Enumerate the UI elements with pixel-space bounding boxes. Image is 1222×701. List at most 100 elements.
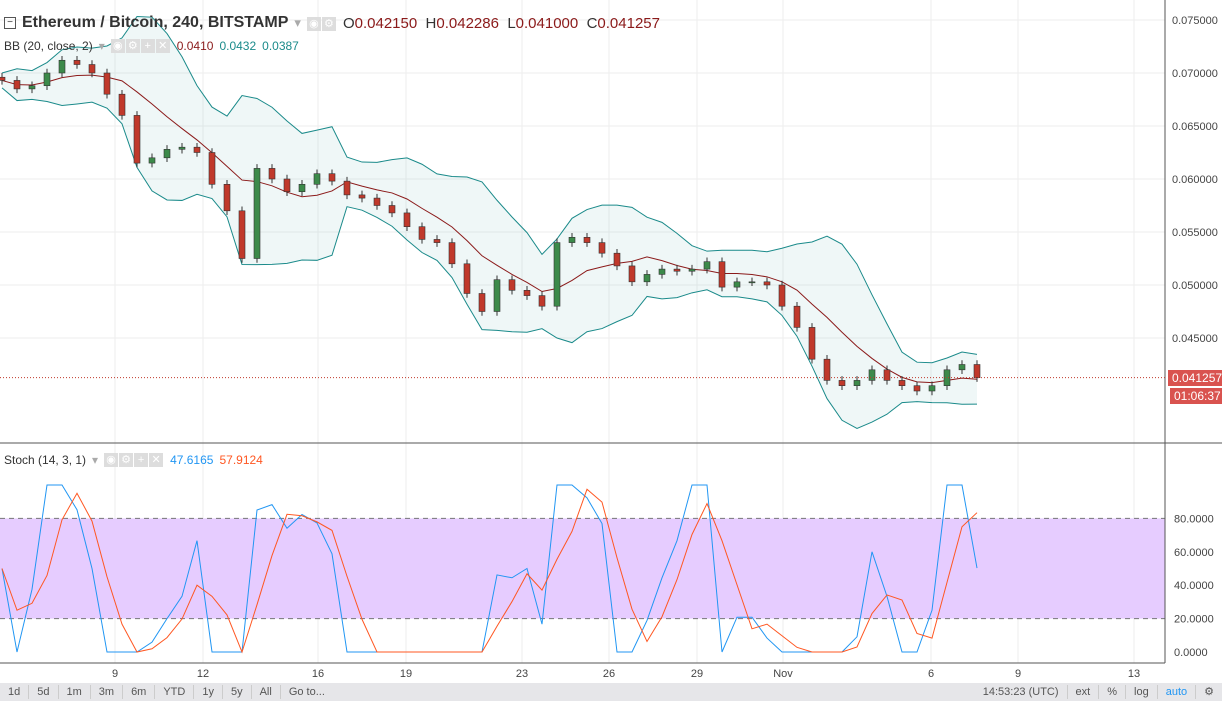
stoch-tick-label: 40.0000 xyxy=(1174,580,1214,592)
stoch-band xyxy=(0,518,1165,619)
candle-body xyxy=(508,279,516,291)
candle-body xyxy=(598,242,606,254)
candle-body xyxy=(673,268,681,272)
candle-body xyxy=(373,197,381,206)
price-tick-label: 0.050000 xyxy=(1172,280,1218,292)
chevron-down-icon[interactable]: ▾ xyxy=(92,453,98,467)
chevron-down-icon[interactable]: ▾ xyxy=(99,39,105,53)
range-all[interactable]: All xyxy=(252,685,281,699)
candle-body xyxy=(208,152,216,185)
time-tick-label: 29 xyxy=(691,668,703,680)
last-price-tag: 0.041257 xyxy=(1168,370,1222,386)
eye-icon[interactable]: ◉ xyxy=(306,17,321,31)
log-toggle[interactable]: log xyxy=(1126,685,1158,699)
candle-body xyxy=(583,237,591,243)
symbol-title[interactable]: Ethereum / Bitcoin, 240, BITSTAMP xyxy=(22,14,288,32)
chevron-down-icon[interactable]: ▾ xyxy=(294,15,301,31)
collapse-icon[interactable]: − xyxy=(4,17,16,29)
bb-basis: 0.0410 xyxy=(176,38,214,53)
candle-body xyxy=(523,289,531,296)
close-icon[interactable]: ✕ xyxy=(155,39,170,53)
range-3m[interactable]: 3m xyxy=(91,685,124,699)
candle-body xyxy=(448,242,456,265)
candle-body xyxy=(553,242,561,307)
time-tick-label: Nov xyxy=(773,668,793,680)
price-tick-label: 0.065000 xyxy=(1172,121,1218,133)
plus-icon[interactable]: + xyxy=(140,39,155,53)
candle-body xyxy=(778,284,786,307)
candle-body xyxy=(853,380,861,386)
ext-toggle[interactable]: ext xyxy=(1068,685,1100,699)
countdown-tag: 01:06:37 xyxy=(1170,388,1222,404)
auto-toggle[interactable]: auto xyxy=(1158,685,1197,699)
candle-body xyxy=(913,385,921,392)
time-tick-label: 9 xyxy=(112,668,118,680)
candle-body xyxy=(748,281,756,284)
eye-icon[interactable]: ◉ xyxy=(104,453,119,467)
close-icon[interactable]: ✕ xyxy=(149,453,164,467)
candle-body xyxy=(388,205,396,214)
range-1y[interactable]: 1y xyxy=(194,685,223,699)
ohlc-values: O0.042150 H0.042286 L0.041000 C0.041257 xyxy=(342,14,660,32)
candle-body xyxy=(0,76,6,81)
candle-body xyxy=(283,178,291,193)
bb-legend: BB (20, close, 2) ▾ ◉ ⚙ + ✕ 0.0410 0.0432 0.… xyxy=(4,38,299,53)
candle-body xyxy=(628,265,636,283)
percent-toggle[interactable]: % xyxy=(1099,685,1127,699)
bb-fill xyxy=(2,16,977,429)
gear-icon[interactable]: ⚙ xyxy=(119,453,134,467)
candle-body xyxy=(643,274,651,283)
stoch-label[interactable]: Stoch (14, 3, 1) xyxy=(4,453,86,467)
gear-icon[interactable]: ⚙ xyxy=(125,39,140,53)
candle-body xyxy=(688,268,696,272)
range-ytd[interactable]: YTD xyxy=(155,685,195,699)
candle-body xyxy=(193,146,201,153)
candle-body xyxy=(793,305,801,328)
eye-icon[interactable]: ◉ xyxy=(110,39,125,53)
candle-body xyxy=(343,180,351,196)
time-tick-label: 26 xyxy=(603,668,615,680)
candle-body xyxy=(613,252,621,267)
candle-body xyxy=(958,364,966,371)
stoch-legend: Stoch (14, 3, 1) ▾ ◉ ⚙ + ✕ 47.6165 57.9124 xyxy=(4,452,263,467)
candle-body xyxy=(298,184,306,193)
candle-body xyxy=(883,369,891,381)
candle-body xyxy=(43,72,51,87)
candle-body xyxy=(433,239,441,243)
candle-body xyxy=(253,168,261,259)
price-tick-label: 0.055000 xyxy=(1172,227,1218,239)
candle-body xyxy=(28,85,36,90)
candle-body xyxy=(58,59,66,74)
candle-body xyxy=(478,293,486,312)
goto-button[interactable]: Go to... xyxy=(281,685,333,699)
candle-body xyxy=(763,281,771,286)
candle-body xyxy=(148,157,156,164)
time-tick-label: 9 xyxy=(1015,668,1021,680)
stoch-tick-label: 0.0000 xyxy=(1174,647,1208,659)
price-tick-label: 0.070000 xyxy=(1172,68,1218,80)
candle-body xyxy=(328,173,336,182)
candle-body xyxy=(463,263,471,294)
bb-label[interactable]: BB (20, close, 2) xyxy=(4,39,93,53)
candle-body xyxy=(133,115,141,164)
range-1d[interactable]: 1d xyxy=(0,685,30,699)
candle-body xyxy=(88,64,96,74)
stoch-tick-label: 80.0000 xyxy=(1174,513,1214,525)
settings-gear-icon[interactable]: ⚙ xyxy=(1196,685,1222,699)
range-1m[interactable]: 1m xyxy=(59,685,91,699)
candle-body xyxy=(658,268,666,275)
candle-body xyxy=(418,226,426,240)
range-5y[interactable]: 5y xyxy=(223,685,252,699)
range-5d[interactable]: 5d xyxy=(29,685,59,699)
plus-icon[interactable]: + xyxy=(134,453,149,467)
gear-icon[interactable]: ⚙ xyxy=(321,17,336,31)
candle-body xyxy=(493,279,501,312)
candle-body xyxy=(733,281,741,288)
candle-body xyxy=(163,149,171,159)
range-6m[interactable]: 6m xyxy=(123,685,156,699)
bb-lower: 0.0387 xyxy=(262,38,299,53)
bb-upper: 0.0432 xyxy=(219,38,257,53)
chart-canvas[interactable]: 0.075000 0.070000 0.065000 0.060000 0.055000… xyxy=(0,0,1222,683)
bottom-toolbar: 1d 5d 1m 3m 6m YTD 1y 5y All Go to... 14… xyxy=(0,683,1222,701)
candle-body xyxy=(868,369,876,381)
